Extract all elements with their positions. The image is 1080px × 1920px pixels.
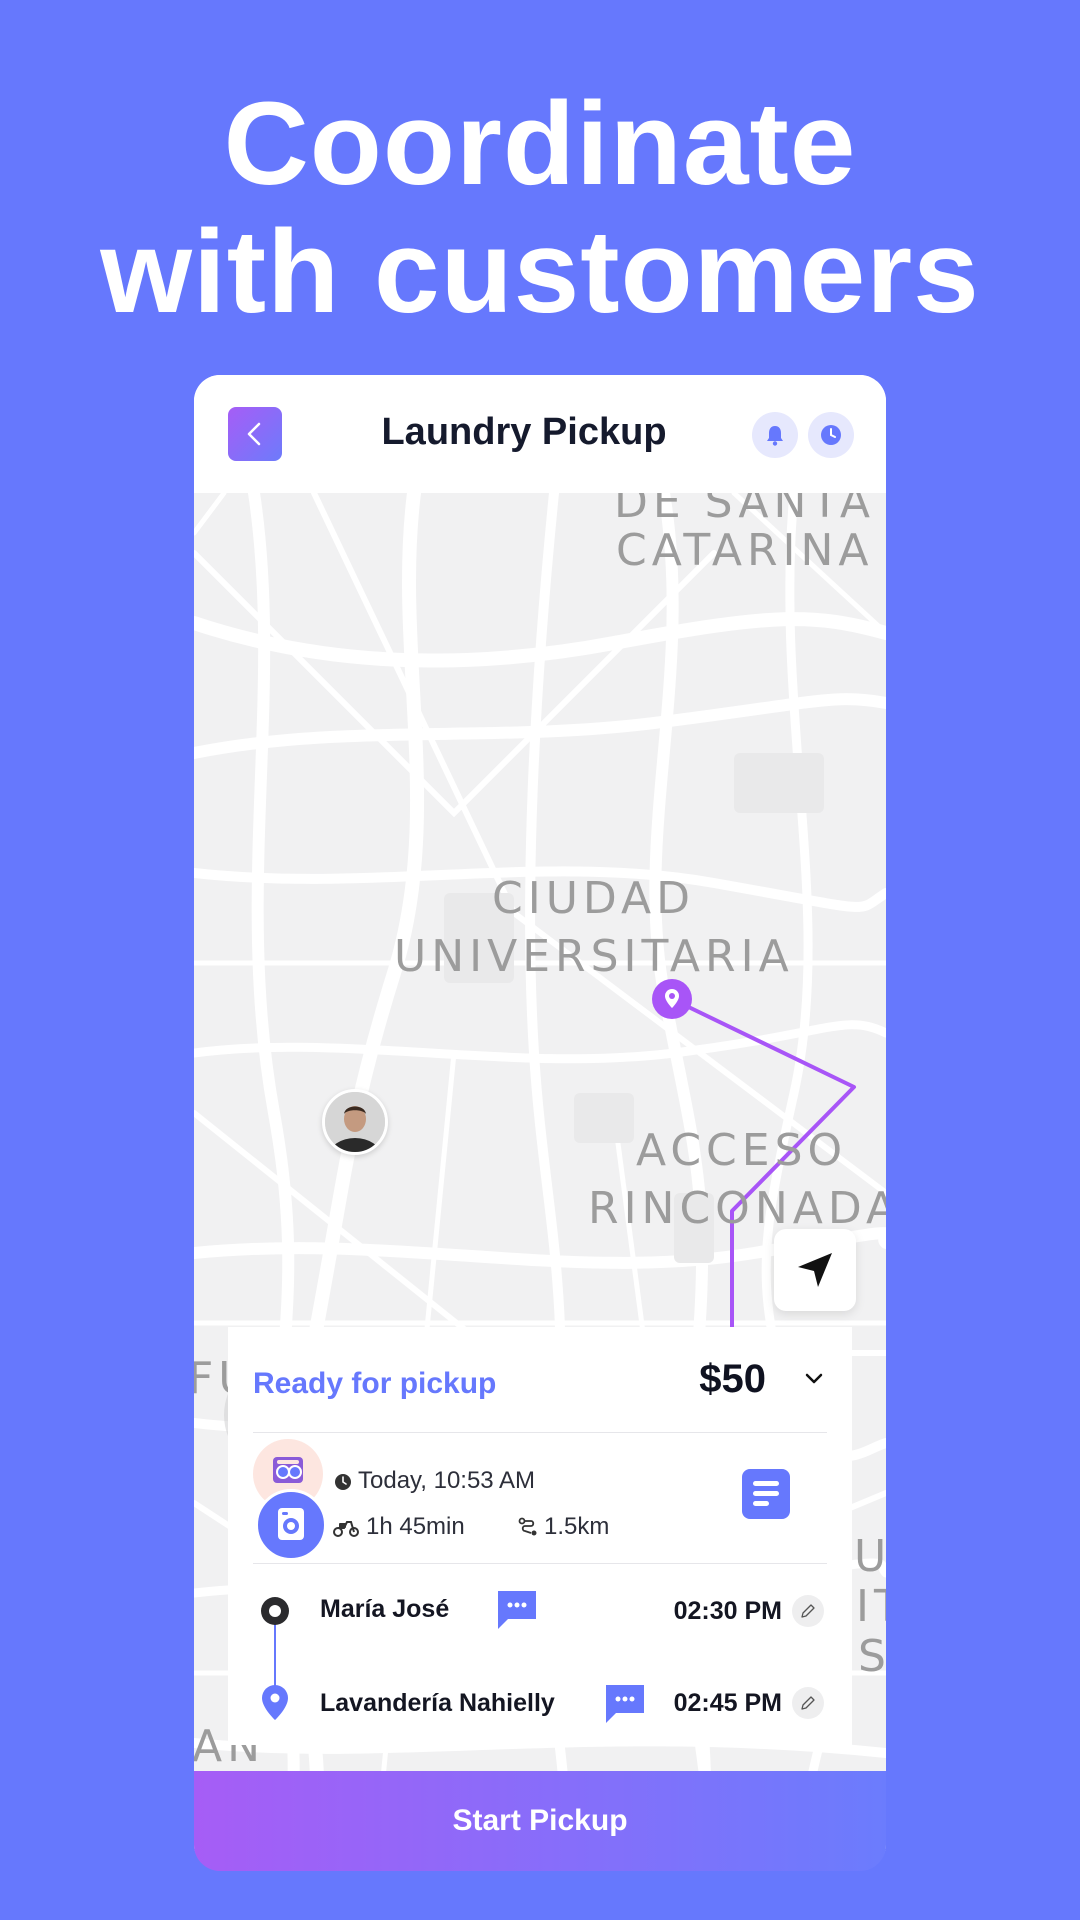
trip-distance: 1.5km bbox=[518, 1513, 609, 1541]
headline-line-2: with customers bbox=[100, 206, 980, 338]
order-status: Ready for pickup bbox=[253, 1367, 497, 1400]
history-button[interactable] bbox=[808, 412, 854, 458]
map-label: CIUDAD bbox=[492, 873, 695, 924]
map-label: S bbox=[858, 1631, 886, 1682]
map-label: UN bbox=[854, 1531, 886, 1582]
trip-duration: 1h 45min bbox=[332, 1513, 465, 1541]
headline: Coordinate with customers bbox=[0, 80, 1080, 336]
map-label: IT bbox=[856, 1581, 886, 1632]
edit-time-button[interactable] bbox=[792, 1687, 824, 1719]
map-label: UNIVERSITARIA bbox=[394, 931, 794, 982]
destination-pin-icon bbox=[652, 979, 692, 1019]
document-icon bbox=[753, 1481, 779, 1486]
order-details-button[interactable] bbox=[742, 1469, 790, 1519]
laundry-icon bbox=[255, 1489, 327, 1561]
headline-line-1: Coordinate bbox=[223, 78, 857, 210]
chevron-down-icon[interactable] bbox=[804, 1372, 824, 1386]
top-bar: Laundry Pickup bbox=[194, 375, 886, 493]
scooter-icon bbox=[333, 1521, 359, 1537]
stop-time-destination: 02:45 PM bbox=[673, 1689, 782, 1717]
divider bbox=[253, 1563, 827, 1564]
order-price: $50 bbox=[699, 1357, 766, 1401]
person-icon bbox=[325, 1092, 385, 1152]
stop-time-origin: 02:30 PM bbox=[673, 1597, 782, 1625]
clock-icon bbox=[821, 425, 841, 445]
navigation-arrow-icon bbox=[798, 1253, 832, 1287]
chat-icon[interactable] bbox=[604, 1683, 646, 1723]
map-label: CATARINA bbox=[616, 525, 874, 576]
stop-name-destination: Lavandería Nahielly bbox=[320, 1689, 555, 1717]
customer-avatar[interactable] bbox=[322, 1089, 388, 1155]
divider bbox=[253, 1432, 827, 1433]
pickup-datetime: Today, 10:53 AM bbox=[334, 1467, 535, 1495]
stop-name-origin: María José bbox=[320, 1595, 450, 1623]
phone-screen: DE SANTA CATARINA CIUDAD UNIVERSITARIA A… bbox=[194, 375, 886, 1870]
order-card: Ready for pickup $50 Today, 10:53 AM 1h … bbox=[228, 1327, 852, 1745]
bell-icon bbox=[767, 426, 783, 446]
recenter-button[interactable] bbox=[774, 1229, 856, 1311]
pencil-icon bbox=[801, 1604, 815, 1618]
map-label: RINCONADA bbox=[588, 1183, 886, 1234]
edit-time-button[interactable] bbox=[792, 1595, 824, 1627]
clock-icon bbox=[335, 1474, 351, 1490]
route-icon bbox=[518, 1517, 537, 1536]
notification-button[interactable] bbox=[752, 412, 798, 458]
route-timeline bbox=[261, 1597, 289, 1720]
pencil-icon bbox=[801, 1696, 815, 1710]
chat-icon[interactable] bbox=[496, 1589, 538, 1629]
map-label: ACCESO bbox=[636, 1125, 848, 1176]
start-pickup-button[interactable]: Start Pickup bbox=[194, 1771, 886, 1871]
service-icons bbox=[253, 1439, 327, 1561]
